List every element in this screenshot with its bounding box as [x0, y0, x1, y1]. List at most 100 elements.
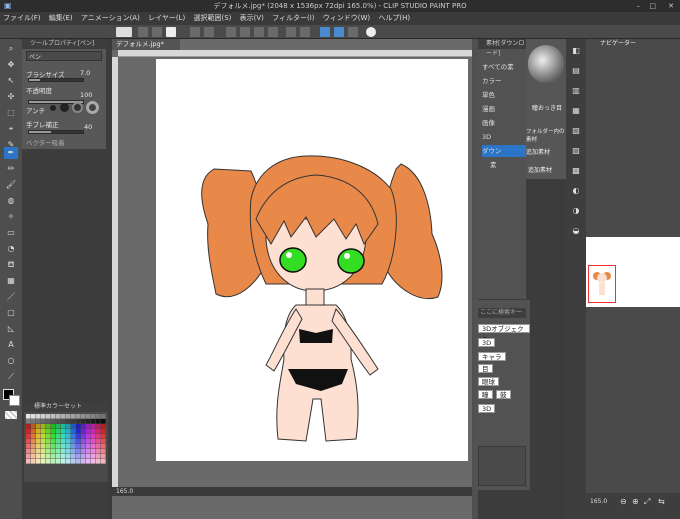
- canvas-paper[interactable]: [156, 59, 468, 461]
- brush-size-slider[interactable]: [28, 78, 84, 82]
- color-swatch: [61, 459, 66, 464]
- material-item-all[interactable]: すべての素: [482, 61, 526, 73]
- color-swatch: [101, 429, 106, 434]
- menu-animation[interactable]: アニメーション(A): [78, 12, 143, 25]
- gradient-icon[interactable]: ▦: [4, 275, 18, 287]
- zoom-out-icon[interactable]: ⊖: [620, 497, 627, 506]
- text-tool-icon[interactable]: A: [4, 339, 18, 351]
- correct-line-icon[interactable]: ⟋: [4, 371, 18, 383]
- menu-help[interactable]: ヘルプ(H): [375, 12, 413, 25]
- color-swatch-grid[interactable]: [26, 414, 106, 464]
- ruler-icon[interactable]: ◺: [4, 323, 18, 335]
- navigator-preview[interactable]: [586, 237, 680, 307]
- save-icon[interactable]: [166, 27, 176, 37]
- tag-drum[interactable]: 鼓: [496, 390, 511, 399]
- stabilization-slider[interactable]: [28, 130, 84, 134]
- auto-select-icon[interactable]: ⌖: [4, 123, 18, 135]
- close-icon[interactable]: ✕: [668, 0, 674, 12]
- navigator-tab[interactable]: ナビゲーター: [598, 39, 658, 48]
- snap-grid-icon[interactable]: [348, 27, 358, 37]
- snap-special-ruler-icon[interactable]: [334, 27, 344, 37]
- tag-search-input[interactable]: ここに検索キー: [478, 308, 526, 318]
- aa-strong-icon[interactable]: [86, 101, 99, 114]
- tag-3d-2[interactable]: 3D: [478, 404, 496, 413]
- pen-tool-icon[interactable]: ✒: [4, 147, 18, 159]
- open-file-icon[interactable]: [152, 27, 162, 37]
- material-item-manga[interactable]: 漫画: [482, 103, 526, 115]
- eye-icon[interactable]: [116, 27, 132, 37]
- tag-3d[interactable]: 3D: [478, 338, 496, 347]
- frame-icon[interactable]: ▢: [4, 307, 18, 319]
- help-icon[interactable]: [366, 27, 376, 37]
- transparent-color-swatch[interactable]: [5, 411, 17, 419]
- material-item-3d[interactable]: 3D: [482, 131, 526, 143]
- item-bank-icon[interactable]: ◒: [569, 225, 583, 237]
- deselect-icon[interactable]: [286, 27, 296, 37]
- move-layer-icon[interactable]: ✣: [4, 91, 18, 103]
- add-material-label[interactable]: 追加素材: [526, 147, 568, 156]
- menu-filter[interactable]: フィルター(I): [269, 12, 317, 25]
- document-tab[interactable]: デフォルメ.jpg*: [112, 39, 180, 50]
- material-item-image[interactable]: 画像: [482, 117, 526, 129]
- menu-file[interactable]: ファイル(F): [0, 12, 44, 25]
- menu-window[interactable]: ウィンドウ(W): [320, 12, 373, 25]
- menu-selection[interactable]: 選択範囲(S): [190, 12, 234, 25]
- operation-tool-icon[interactable]: ↖: [4, 75, 18, 87]
- brush-tool-icon[interactable]: 🖌: [4, 179, 18, 191]
- zoom-tool-icon[interactable]: ⌕: [4, 43, 18, 55]
- crop-icon[interactable]: [300, 27, 310, 37]
- flip-icon[interactable]: ⇆: [658, 497, 665, 506]
- tag-chara[interactable]: キャラ: [478, 352, 506, 361]
- loading-icon[interactable]: [226, 27, 236, 37]
- sub-color-swatch[interactable]: [9, 395, 20, 406]
- eraser-icon[interactable]: ▭: [4, 227, 18, 239]
- blend-icon[interactable]: ◔: [4, 243, 18, 255]
- decoration-icon[interactable]: ✧: [4, 211, 18, 223]
- menu-edit[interactable]: 編集(E): [46, 12, 76, 25]
- history-icon[interactable]: ◐: [569, 185, 583, 197]
- selection-tool-icon[interactable]: ⬚: [4, 107, 18, 119]
- zoom-in-icon[interactable]: ⊕: [632, 497, 639, 506]
- navigator-zoom[interactable]: 165.0: [590, 498, 607, 505]
- sub-view-icon[interactable]: ▤: [569, 65, 583, 77]
- airbrush-icon[interactable]: ◍: [4, 195, 18, 207]
- aa-weak-icon[interactable]: [60, 103, 69, 112]
- pencil-tool-icon[interactable]: ✏: [4, 163, 18, 175]
- aa-medium-icon[interactable]: [72, 102, 83, 113]
- material-item-download[interactable]: ダウン: [482, 145, 526, 157]
- layer-icon[interactable]: ▧: [569, 125, 583, 137]
- clear-icon[interactable]: [240, 27, 250, 37]
- redo-icon[interactable]: [204, 27, 214, 37]
- navigator-icon[interactable]: ◧: [569, 45, 583, 57]
- maximize-icon[interactable]: □: [649, 0, 656, 12]
- menu-view[interactable]: 表示(V): [237, 12, 267, 25]
- fill-tool-icon[interactable]: ⛾: [4, 259, 18, 271]
- fill-icon[interactable]: [254, 27, 264, 37]
- transform-icon[interactable]: [268, 27, 278, 37]
- layer-property-icon[interactable]: ▦: [569, 105, 583, 117]
- figure-icon[interactable]: ／: [4, 291, 18, 303]
- menu-layer[interactable]: レイヤー(L): [145, 12, 188, 25]
- tag-pupil[interactable]: 瞳: [478, 390, 493, 399]
- move-tool-icon[interactable]: ✥: [4, 59, 18, 71]
- animation-icon[interactable]: ▩: [569, 165, 583, 177]
- material-item-mono[interactable]: 単色: [482, 89, 526, 101]
- material-item-color[interactable]: カラー: [482, 75, 526, 87]
- undo-icon[interactable]: [190, 27, 200, 37]
- info-icon[interactable]: ▥: [569, 85, 583, 97]
- balloon-icon[interactable]: ○: [4, 355, 18, 367]
- new-file-icon[interactable]: [138, 27, 148, 37]
- add-material-label2[interactable]: 追加素材: [528, 165, 552, 174]
- aa-none-icon[interactable]: [50, 105, 56, 111]
- zoom-value[interactable]: 165.0: [116, 488, 133, 495]
- minimize-icon[interactable]: –: [637, 0, 641, 12]
- tag-3d-object[interactable]: 3Dオブジェクト: [478, 324, 530, 342]
- tag-eye[interactable]: 目: [478, 364, 493, 373]
- tool-property-panel: ツールプロパティ[ペン] ペン ブラシサイズ 7.0 不透明度 100 アンチ …: [22, 39, 106, 149]
- auto-action-icon[interactable]: ◑: [569, 205, 583, 217]
- layer-search-icon[interactable]: ▨: [569, 145, 583, 157]
- tag-eyeball[interactable]: 眼球: [478, 377, 499, 386]
- snap-ruler-icon[interactable]: [320, 27, 330, 37]
- fit-icon[interactable]: ⤢: [644, 497, 650, 507]
- eyeball-thumbnail[interactable]: [528, 45, 564, 83]
